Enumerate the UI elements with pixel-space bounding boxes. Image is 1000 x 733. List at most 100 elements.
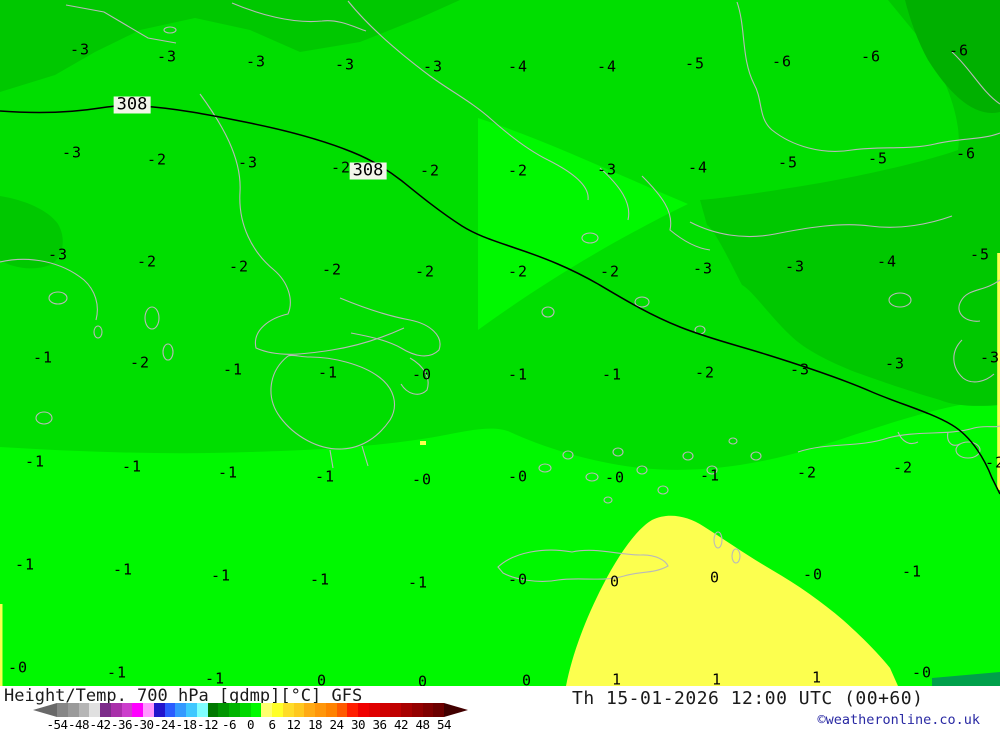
temp-label: 0 [710,571,720,586]
fill-region-yellow-left-edge [0,604,3,686]
scale-cell [68,703,79,717]
scale-cell [337,703,348,717]
scale-tick: -18 [175,717,196,732]
scale-tick: -6 [222,717,236,732]
temp-label: -1 [602,368,622,383]
scale-cell [186,703,197,717]
temp-label: -1 [15,558,35,573]
scale-tick: 42 [394,717,408,732]
temp-label: -2 [508,265,528,280]
temp-label: -3 [785,260,805,275]
scale-cell [283,703,294,717]
scale-cells [57,703,444,717]
scale-cell [79,703,90,717]
temp-label: -3 [238,156,258,171]
map-canvas: 308308 -3-3-3-3-3-4-4-5-6-6-6-3-2-3-2-2-… [0,0,1000,686]
scale-cell [401,703,412,717]
temp-label: -3 [335,58,355,73]
temp-label: -3 [693,262,713,277]
scale-left-arrow-icon [33,703,57,717]
scale-cell [143,703,154,717]
temp-label: -1 [902,565,922,580]
copyright-link[interactable]: ©weatheronline.co.uk [817,712,980,728]
contour-label: 308 [350,163,387,180]
temp-label: -0 [508,573,528,588]
scale-cell [304,703,315,717]
temp-label: -2 [130,356,150,371]
scale-tick: 54 [437,717,451,732]
temp-label: -3 [885,357,905,372]
temp-label: 0 [610,575,620,590]
temp-label: -4 [597,60,617,75]
temp-label: -2 [415,265,435,280]
scale-tick: -42 [89,717,110,732]
scale-cell [89,703,100,717]
temp-label: -2 [600,265,620,280]
temp-label: 1 [812,671,822,686]
temp-label: -5 [970,248,990,263]
scale-tick: 48 [415,717,429,732]
temp-label: -3 [597,163,617,178]
scale-tick: -36 [111,717,132,732]
temp-label: 0 [317,674,327,687]
temp-label: -2 [985,456,1000,471]
contour-label: 308 [114,97,151,114]
temp-label: -1 [107,666,127,681]
temp-label: -3 [62,146,82,161]
scale-cell [154,703,165,717]
footer-bar: Height/Temp. 700 hPa [gdmp][°C] GFS Th 1… [0,686,1000,733]
temp-label: -1 [223,363,243,378]
scale-cell [315,703,326,717]
temp-label: -1 [33,351,53,366]
temp-label: -3 [980,351,1000,366]
scale-cell [229,703,240,717]
temp-label: -4 [877,255,897,270]
scale-tick: 0 [247,717,254,732]
temp-label: -4 [688,161,708,176]
temp-label: -1 [315,470,335,485]
scale-cell [433,703,444,717]
scale-cell [111,703,122,717]
weather-map-page: 308 308 -3 -3 -3 -3 -3 -4 -4 -5 -6 -6 -6 -3 -2 -3 -2 -2 -… [0,0,1000,733]
scale-cell [326,703,337,717]
scale-tick: -12 [197,717,218,732]
temp-label: -0 [508,470,528,485]
scale-cell [390,703,401,717]
scale-cell [57,703,68,717]
temp-label: 0 [418,675,428,687]
color-scale [33,703,468,717]
scale-tick: -48 [68,717,89,732]
scale-cell [380,703,391,717]
valid-time-label: Th 15-01-2026 12:00 UTC (00+60) [572,688,923,709]
temp-label: 1 [712,673,722,687]
scale-cell [412,703,423,717]
scale-tick: 36 [372,717,386,732]
temp-label: -1 [508,368,528,383]
temp-label: -0 [8,661,28,676]
temp-label: -6 [956,147,976,162]
temp-label: -0 [912,666,932,681]
scale-tick-labels: -54-48-42-36-30-24-18-12-606121824303642… [33,717,473,731]
temp-label: -1 [218,466,238,481]
scale-cell [272,703,283,717]
scale-cell [251,703,262,717]
temp-label: -2 [229,260,249,275]
scale-cell [347,703,358,717]
scale-cell [358,703,369,717]
temp-label: -2 [695,366,715,381]
temp-label: -1 [205,672,225,687]
temp-label: -6 [861,50,881,65]
temp-label: -3 [157,50,177,65]
scale-tick: 30 [351,717,365,732]
temp-label: -4 [508,60,528,75]
scale-tick: 18 [308,717,322,732]
temp-label: -0 [803,568,823,583]
scale-cell [218,703,229,717]
temp-label: -0 [412,368,432,383]
scale-tick: -24 [154,717,175,732]
temp-label: -1 [310,573,330,588]
scale-cell [100,703,111,717]
scale-cell [423,703,434,717]
temp-label: -3 [790,363,810,378]
temp-label: -1 [211,569,231,584]
